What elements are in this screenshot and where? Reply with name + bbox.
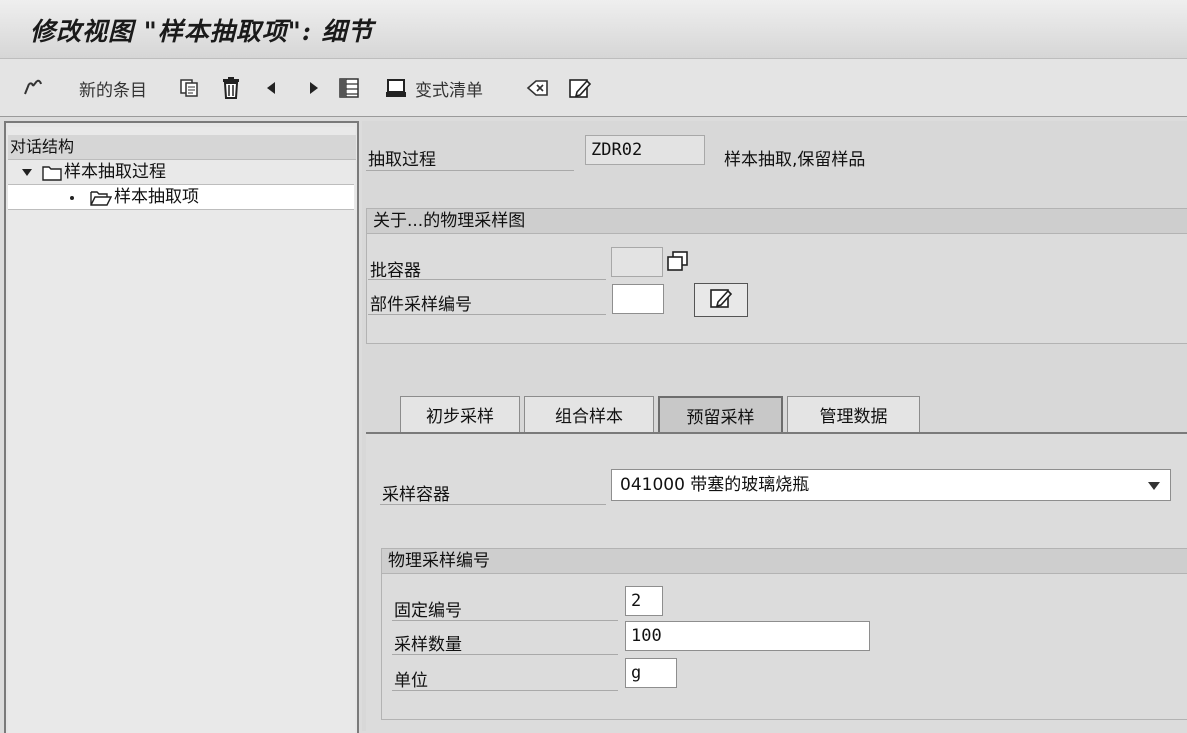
tree-label-sampling-procedure: 样本抽取过程 [64,162,166,182]
part-number-label: 部件采样编号 [370,295,472,315]
unit-field[interactable]: g [625,658,677,688]
part-number-underline [368,314,606,315]
unit-underline [392,690,618,691]
delete-icon[interactable] [220,75,242,101]
tab-admin-data[interactable]: 管理数据 [787,396,920,432]
tab-pooled-sample[interactable]: 组合样本 [524,396,654,432]
select-all-icon[interactable] [338,75,360,101]
sample-number-group-title: 物理采样编号 [382,549,1187,574]
procedure-description: 样本抽取,保留样品 [724,150,866,170]
procedure-label-underline [366,170,574,171]
tab-admin-data-label: 管理数据 [819,407,888,427]
sample-container-select[interactable]: 041000 带塞的玻璃烧瓶 [611,469,1171,501]
fixed-number-label: 固定编号 [394,601,462,621]
bullet-icon [70,196,74,200]
tab-initial-sampling[interactable]: 初步采样 [400,396,520,432]
physical-sampling-group-title: 关于...的物理采样图 [367,209,1187,234]
tree-node-sampling-procedure[interactable]: 样本抽取过程 [8,160,354,184]
copy-icon[interactable] [178,75,200,101]
title-bar: 修改视图 "样本抽取项": 细节 [0,0,1187,59]
sample-container-underline [380,504,606,505]
new-entries-button[interactable]: 新的条目 [72,75,154,101]
sample-quantity-label: 采样数量 [394,635,462,655]
sample-container-label: 采样容器 [382,485,450,505]
sample-quantity-field[interactable]: 100 [625,621,870,651]
unit-label: 单位 [394,671,428,691]
tree-node-sampling-item[interactable]: 样本抽取项 [8,184,354,209]
edit-icon[interactable] [568,75,592,101]
print-icon[interactable] [385,75,407,101]
edit-icon [710,287,733,313]
batch-container-label: 批容器 [370,261,421,281]
sample-container-value: 041000 带塞的玻璃烧瓶 [620,475,810,495]
dialog-structure-panel: 对话结构 样本抽取过程 样本抽取项 [4,121,359,733]
prev-icon[interactable] [263,75,279,101]
tree-label-sampling-item: 样本抽取项 [114,187,199,207]
chevron-down-icon[interactable] [1148,482,1160,490]
tab-pooled-sample-label: 组合样本 [555,407,623,427]
tab-reserve-sampling[interactable]: 预留采样 [658,396,783,432]
sample-quantity-underline [392,654,618,655]
tab-reserve-sampling-label: 预留采样 [686,407,755,428]
fixed-number-underline [392,620,618,621]
window-title: 修改视图 "样本抽取项": 细节 [30,17,374,46]
procedure-field[interactable]: ZDR02 [585,135,705,165]
procedure-label: 抽取过程 [368,150,436,170]
physical-sampling-group: 关于...的物理采样图 [366,208,1187,344]
edit-button[interactable] [694,283,748,317]
batch-container-field[interactable] [611,247,663,277]
part-number-field[interactable] [612,284,664,314]
tree-divider [8,209,354,210]
tab-initial-sampling-label: 初步采样 [426,407,494,427]
undo-icon[interactable] [526,75,550,101]
expand-triangle-icon[interactable] [22,169,32,176]
next-icon[interactable] [306,75,322,101]
dialog-structure-tree: 对话结构 样本抽取过程 样本抽取项 [8,127,356,733]
dialog-structure-header: 对话结构 [8,135,356,160]
variant-list-button[interactable]: 变式清单 [405,75,493,101]
fixed-number-field[interactable]: 2 [625,586,663,616]
glasses-icon[interactable] [22,75,44,101]
copy-window-icon[interactable] [667,251,689,275]
batch-container-underline [368,279,606,280]
application-toolbar: 新的条目 变式清单 [0,59,1187,117]
